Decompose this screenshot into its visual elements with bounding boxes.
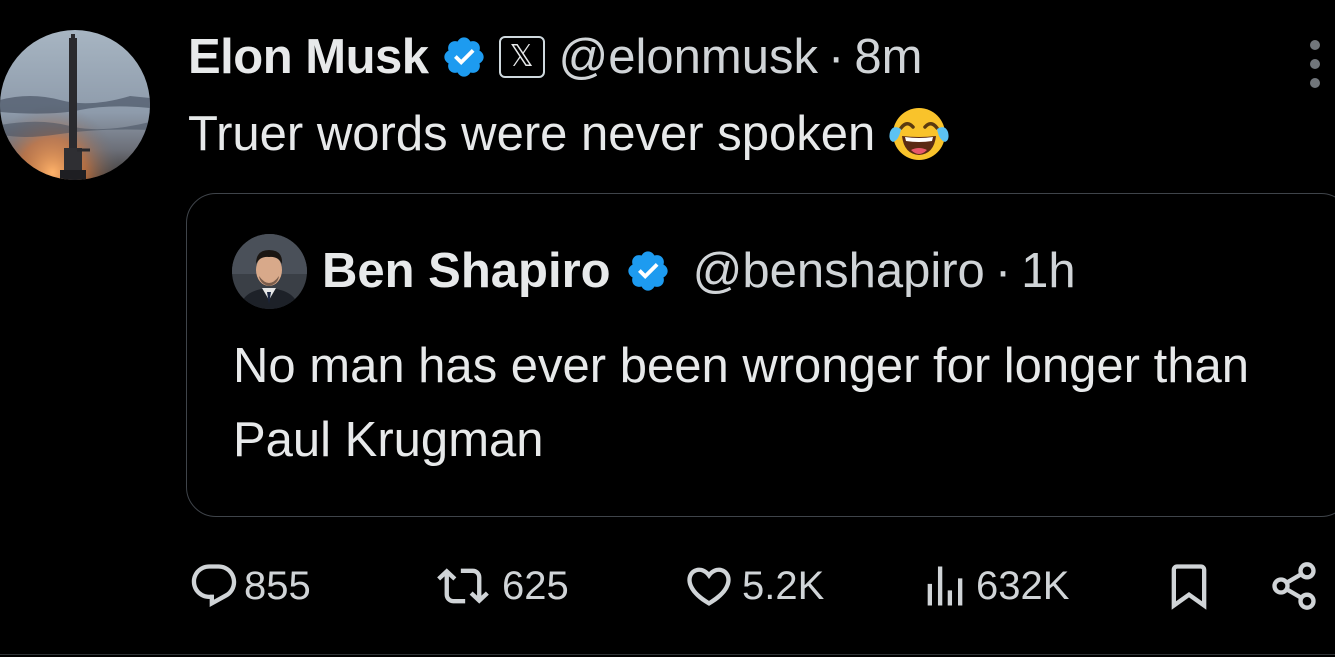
heart-icon <box>687 567 731 606</box>
separator-dot: · <box>994 244 1012 298</box>
bookmark-button[interactable] <box>1163 558 1215 614</box>
more-dot <box>1310 59 1320 69</box>
share-icon <box>1272 562 1316 610</box>
author-name[interactable]: Elon Musk <box>188 29 429 85</box>
post-text: Truer words were never spoken <box>188 102 951 166</box>
like-button[interactable]: 5.2K <box>680 558 824 614</box>
reply-icon <box>191 564 237 608</box>
face-with-tears-of-joy-icon <box>887 102 951 166</box>
more-dot <box>1310 78 1320 88</box>
quoted-author-avatar[interactable] <box>232 234 307 309</box>
quoted-post-header: Ben Shapiro @benshapiro · 1h <box>322 241 1076 301</box>
quoted-author-handle[interactable]: @benshapiro <box>693 243 985 299</box>
views-button[interactable]: 632K <box>918 558 1069 614</box>
verified-badge-icon[interactable] <box>441 34 487 80</box>
share-button[interactable] <box>1268 558 1320 614</box>
like-count: 5.2K <box>742 563 825 608</box>
x-logo-icon[interactable]: 𝕏 <box>498 36 545 78</box>
verified-badge-icon[interactable] <box>625 248 671 294</box>
reply-button[interactable]: 855 <box>188 558 311 614</box>
repost-button[interactable]: 625 <box>428 558 569 614</box>
bookmark-icon <box>1171 564 1207 610</box>
quoted-post[interactable]: Ben Shapiro @benshapiro · 1h No man has … <box>186 193 1335 517</box>
post-time[interactable]: 8m <box>854 29 922 85</box>
author-handle[interactable]: @elonmusk <box>559 29 818 85</box>
quoted-post-text: No man has ever been wronger for longer … <box>233 339 1249 467</box>
repost-count: 625 <box>502 563 569 608</box>
post-header: Elon Musk 𝕏 @elonmusk · 8m <box>188 26 922 88</box>
post-text-content: Truer words were never spoken <box>188 107 876 161</box>
divider <box>0 654 1335 655</box>
more-dot <box>1310 40 1320 50</box>
views-count: 632K <box>976 563 1070 608</box>
quoted-author-name[interactable]: Ben Shapiro <box>322 243 611 299</box>
views-chart-icon <box>927 566 963 606</box>
author-avatar[interactable] <box>0 30 150 180</box>
repost-icon <box>437 568 489 604</box>
reply-count: 855 <box>244 563 311 608</box>
more-vertical-icon[interactable] <box>1303 40 1327 88</box>
action-bar: 855 625 5.2K 632K <box>188 558 1335 614</box>
quoted-post-time[interactable]: 1h <box>1021 243 1076 299</box>
post: Elon Musk 𝕏 @elonmusk · 8m Truer words w… <box>0 0 1335 657</box>
separator-dot: · <box>827 30 845 84</box>
